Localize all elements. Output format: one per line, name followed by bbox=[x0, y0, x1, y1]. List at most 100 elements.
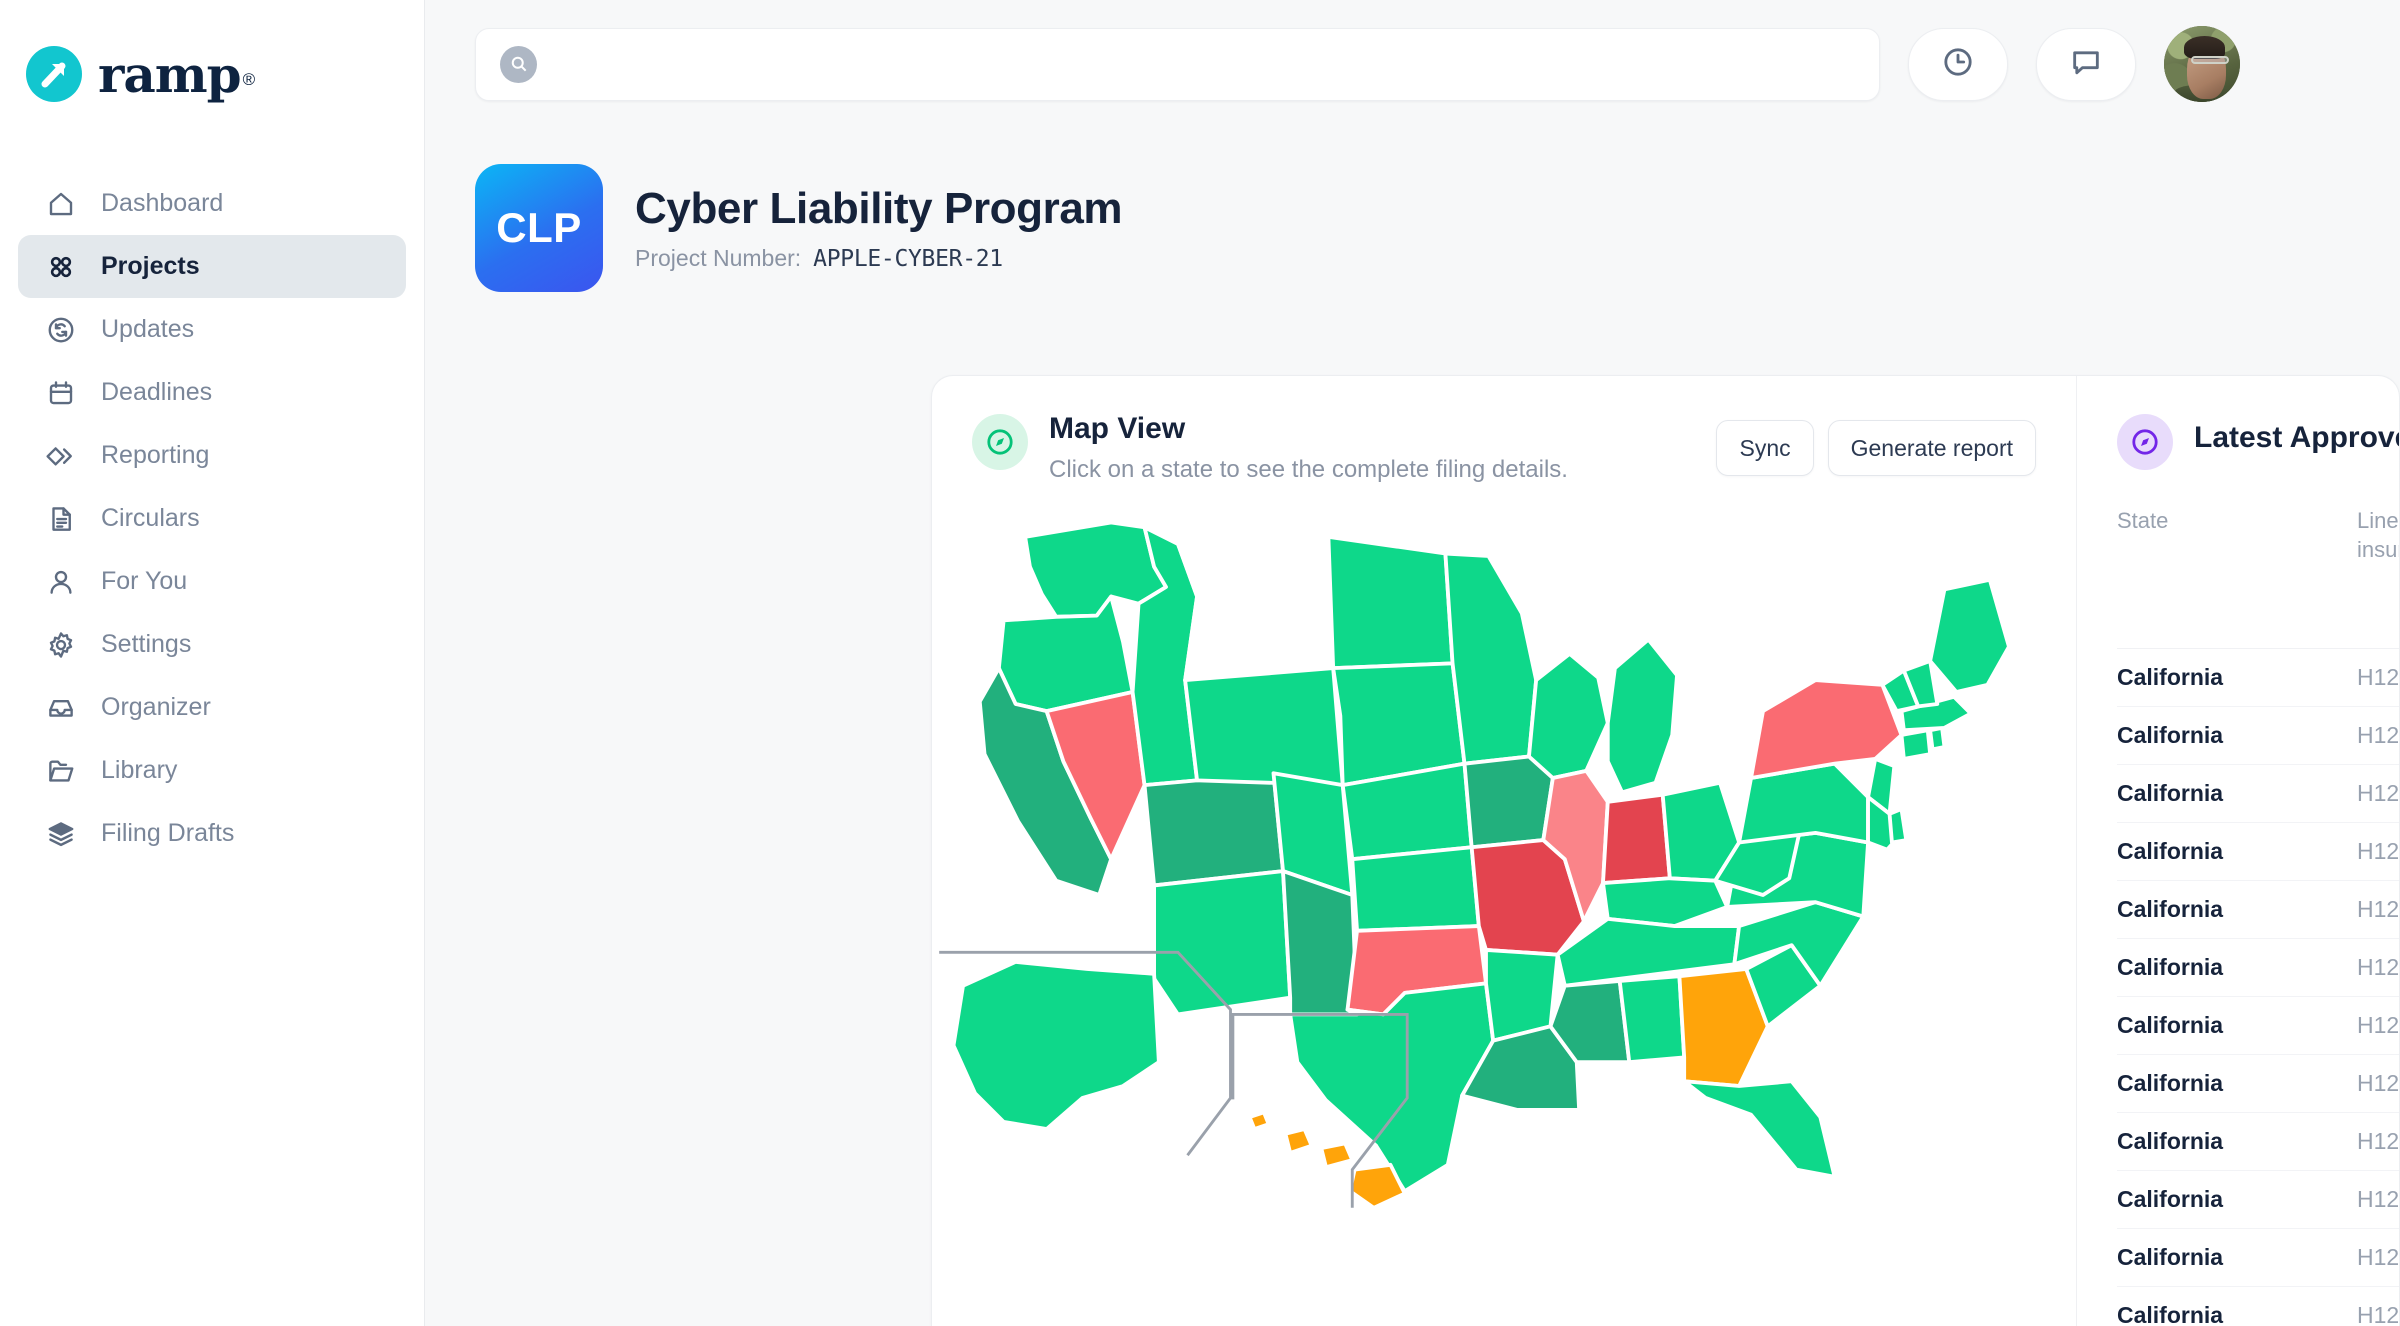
state-UT bbox=[1142, 771, 1285, 888]
search-input[interactable] bbox=[551, 50, 1855, 78]
column-header-line-of-insurance: Line of insurance bbox=[2357, 508, 2399, 563]
state-MT bbox=[1176, 534, 1336, 682]
cell-state: California bbox=[2117, 954, 2224, 981]
cell-line: H12.004 bbox=[2357, 1244, 2400, 1271]
sidebar: ramp ® Dashboard Projects Updates Deadlin… bbox=[0, 0, 425, 1326]
sidebar-item-label: Library bbox=[101, 756, 178, 784]
page-title: Cyber Liability Program bbox=[635, 184, 1123, 233]
approved-states-table: State Line of insurance Effective Date (… bbox=[2077, 506, 2400, 1326]
cell-line: H12.004 bbox=[2357, 896, 2400, 923]
cell-state: California bbox=[2117, 780, 2224, 807]
project-number-value: APPLE-CYBER-21 bbox=[813, 246, 1003, 272]
table-row[interactable]: California H12.004 January 1, 2019 bbox=[2117, 1113, 2399, 1172]
state-ND bbox=[1326, 534, 1455, 671]
sidebar-item-dashboard[interactable]: Dashboard bbox=[18, 172, 406, 235]
generate-report-button[interactable]: Generate report bbox=[1827, 420, 2036, 476]
cell-state: California bbox=[2117, 896, 2224, 923]
brand-registered: ® bbox=[242, 70, 256, 90]
sidebar-item-projects[interactable]: Projects bbox=[18, 235, 406, 298]
sidebar-item-label: Circulars bbox=[101, 504, 200, 532]
table-row[interactable]: California H12.004 January 1, 2019 bbox=[2117, 1287, 2400, 1326]
sidebar-item-deadlines[interactable]: Deadlines bbox=[18, 361, 406, 424]
cell-line: H12.004 bbox=[2357, 1302, 2400, 1326]
state-IA bbox=[1462, 754, 1555, 850]
project-number-label: Project Number: bbox=[635, 245, 802, 271]
cell-state: California bbox=[2117, 1070, 2224, 1097]
brand-logo[interactable]: ramp ® bbox=[0, 28, 424, 108]
sidebar-item-for-you[interactable]: For You bbox=[18, 550, 406, 613]
table-row[interactable]: California H12.004 January 1, 2019 bbox=[2117, 1055, 2400, 1114]
sidebar-item-label: Dashboard bbox=[101, 189, 224, 217]
sync-button[interactable]: Sync bbox=[1716, 420, 1814, 476]
folder-icon bbox=[44, 754, 78, 788]
sidebar-item-updates[interactable]: Updates bbox=[18, 298, 406, 361]
sidebar-item-organizer[interactable]: Organizer bbox=[18, 676, 406, 739]
clock-icon bbox=[1941, 45, 1975, 84]
state-FL bbox=[1682, 1079, 1837, 1179]
table-panel-title: Latest Approved States bbox=[2194, 421, 2399, 454]
sidebar-item-filing-drafts[interactable]: Filing Drafts bbox=[18, 802, 406, 865]
cell-line: H12.004 bbox=[2357, 780, 2400, 807]
top-bar bbox=[425, 0, 2400, 106]
state-RI bbox=[1928, 725, 1947, 752]
state-HI bbox=[1319, 1141, 1355, 1170]
sidebar-item-label: Projects bbox=[101, 252, 200, 280]
cell-state: California bbox=[2117, 1012, 2224, 1039]
state-CT bbox=[1899, 728, 1933, 761]
us-map-svg[interactable] bbox=[932, 501, 2077, 1209]
table-row[interactable]: California H12.004 January 1, 2019 bbox=[2117, 997, 2400, 1056]
cell-line: H12.004 bbox=[2357, 722, 2400, 749]
table-row[interactable]: California H12.004 January 1, 2019 bbox=[2117, 881, 2400, 940]
sidebar-item-circulars[interactable]: Circulars bbox=[18, 487, 406, 550]
map-panel-title: Map View bbox=[1049, 412, 1186, 445]
table-row[interactable]: California H12.004 January 1, 2019 bbox=[2117, 1171, 2399, 1230]
sidebar-item-label: For You bbox=[101, 567, 188, 595]
global-search[interactable] bbox=[475, 27, 1880, 101]
history-button[interactable] bbox=[1908, 27, 2008, 101]
cell-line: H12.004 bbox=[2357, 1012, 2400, 1039]
cell-state: California bbox=[2117, 1186, 2224, 1213]
messages-button[interactable] bbox=[2036, 27, 2136, 101]
state-MI bbox=[1605, 637, 1679, 795]
sidebar-item-label: Updates bbox=[101, 315, 195, 343]
map-panel-header: Map View Click on a state to see the com… bbox=[932, 376, 2076, 484]
map-panel-subtitle: Click on a state to see the complete fil… bbox=[1049, 456, 1568, 483]
cell-line: H12.004 bbox=[2357, 1070, 2400, 1097]
state-AZ bbox=[1152, 869, 1293, 1017]
cell-state: California bbox=[2117, 722, 2224, 749]
table-row[interactable]: California H12.004 January 1, 2019 bbox=[2117, 649, 2400, 708]
project-header: CLP Cyber Liability Program Project Numb… bbox=[425, 106, 2400, 292]
state-ME bbox=[1928, 577, 2011, 694]
cell-state: California bbox=[2117, 664, 2224, 691]
sidebar-item-label: Filing Drafts bbox=[101, 819, 235, 847]
state-WY bbox=[1183, 666, 1345, 788]
table-row[interactable]: California H12.004 January 1, 2019 bbox=[2117, 939, 2400, 998]
content-panel: Map View Click on a state to see the com… bbox=[931, 375, 2400, 1326]
table-row[interactable]: California H12.004 January 1, 2019 bbox=[2117, 1229, 2400, 1288]
state-AK bbox=[951, 959, 1161, 1131]
cell-state: California bbox=[2117, 838, 2224, 865]
sidebar-item-label: Organizer bbox=[101, 693, 211, 721]
state-DE bbox=[1887, 807, 1909, 845]
sidebar-item-settings[interactable]: Settings bbox=[18, 613, 406, 676]
gear-icon bbox=[44, 628, 78, 662]
diamonds-icon bbox=[44, 439, 78, 473]
state-HI bbox=[1247, 1110, 1271, 1131]
inbox-icon bbox=[44, 691, 78, 725]
state-KS bbox=[1350, 845, 1481, 933]
sidebar-item-library[interactable]: Library bbox=[18, 739, 406, 802]
table-row[interactable]: California H12.004 January 1, 2019 bbox=[2117, 707, 2400, 766]
table-row[interactable]: California H12.004 January 1, 2019 bbox=[2117, 765, 2400, 824]
document-icon bbox=[44, 502, 78, 536]
cell-line: H12.004 bbox=[2357, 664, 2400, 691]
table-row[interactable]: California H12.004 January 1, 2019 bbox=[2117, 823, 2399, 882]
avatar[interactable] bbox=[2164, 26, 2240, 102]
sidebar-item-reporting[interactable]: Reporting bbox=[18, 424, 406, 487]
cell-line: H12.004 bbox=[2357, 954, 2400, 981]
sidebar-item-label: Deadlines bbox=[101, 378, 213, 406]
us-map[interactable] bbox=[932, 501, 2076, 1326]
project-logo: CLP bbox=[475, 164, 603, 292]
latest-approved-states-panel: Latest Approved States CSV bbox=[2077, 376, 2400, 1326]
map-panel-actions: Sync Generate report bbox=[1716, 420, 2036, 476]
state-IN bbox=[1601, 792, 1672, 885]
